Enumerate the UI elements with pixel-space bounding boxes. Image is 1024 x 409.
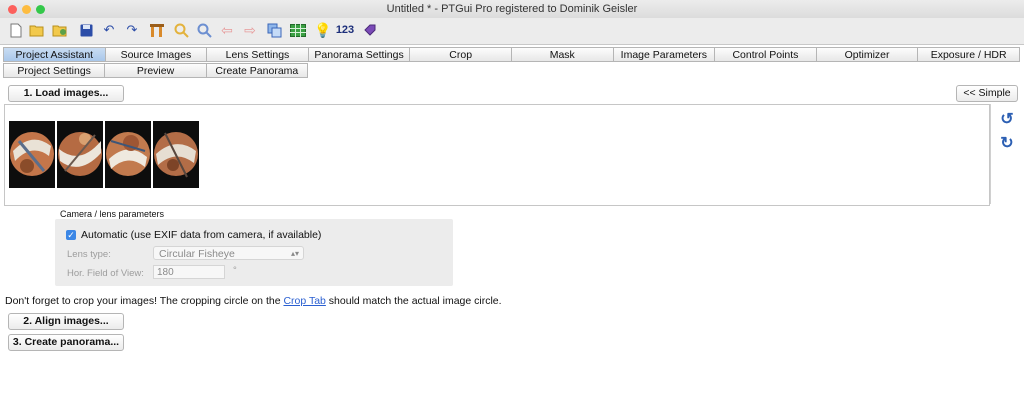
open-recent-icon[interactable] — [51, 21, 69, 39]
hfov-input[interactable]: 180 — [153, 265, 225, 279]
redo-icon[interactable]: ↷ — [123, 21, 141, 39]
rotate-left-icon[interactable]: ↺ — [999, 112, 1015, 128]
tab-crop[interactable]: Crop — [410, 47, 512, 62]
tools-icon[interactable] — [148, 21, 166, 39]
main-tab-bar: Project Assistant Source Images Lens Set… — [3, 47, 1020, 62]
zoom-out-icon[interactable] — [195, 21, 213, 39]
rotate-panel: ↺ ↻ — [990, 104, 1021, 204]
tab-create-panorama[interactable]: Create Panorama — [206, 63, 308, 78]
automatic-exif-checkbox[interactable]: ✓ — [66, 230, 76, 240]
image-thumbnail[interactable] — [105, 121, 151, 188]
hfov-label: Hor. Field of View: — [67, 268, 144, 279]
simple-mode-button[interactable]: << Simple — [956, 85, 1018, 102]
copy-icon[interactable] — [265, 21, 283, 39]
image-thumbnail[interactable] — [57, 121, 103, 188]
crop-note: Don't forget to crop your images! The cr… — [5, 295, 502, 307]
chevron-updown-icon: ▴▾ — [290, 249, 299, 258]
rotate-right-icon[interactable]: ↻ — [999, 136, 1015, 152]
arrow-left-icon[interactable]: ⇦ — [218, 21, 236, 39]
tab-exposure-hdr[interactable]: Exposure / HDR — [918, 47, 1020, 62]
tab-image-parameters[interactable]: Image Parameters — [613, 47, 716, 62]
crop-note-text-end: should match the actual image circle. — [325, 295, 502, 307]
image-thumbnail-pane — [4, 104, 990, 206]
tab-lens-settings[interactable]: Lens Settings — [207, 47, 309, 62]
tab-project-settings[interactable]: Project Settings — [3, 63, 106, 78]
save-icon[interactable] — [77, 21, 95, 39]
automatic-exif-label[interactable]: Automatic (use EXIF data from camera, if… — [81, 229, 321, 241]
create-panorama-button[interactable]: 3. Create panorama... — [8, 334, 124, 351]
lens-type-value: Circular Fisheye — [159, 248, 235, 260]
tab-mask[interactable]: Mask — [511, 47, 614, 62]
tab-control-points[interactable]: Control Points — [715, 47, 817, 62]
arrow-right-icon[interactable]: ⇨ — [241, 21, 259, 39]
tab-optimizer[interactable]: Optimizer — [816, 47, 919, 62]
new-file-icon[interactable] — [7, 21, 25, 39]
title-bar: Untitled * - PTGui Pro registered to Dom… — [0, 0, 1024, 18]
tab-preview[interactable]: Preview — [105, 63, 207, 78]
tab-source-images[interactable]: Source Images — [105, 47, 208, 62]
crop-tab-link[interactable]: Crop Tab — [283, 295, 325, 307]
image-thumbnail[interactable] — [153, 121, 199, 188]
lightbulb-icon[interactable]: 💡 — [314, 21, 332, 39]
camera-lens-group: ✓ Automatic (use EXIF data from camera, … — [55, 219, 453, 286]
secondary-tab-bar: Project Settings Preview Create Panorama — [3, 63, 308, 78]
tab-project-assistant[interactable]: Project Assistant — [3, 47, 106, 62]
align-images-button[interactable]: 2. Align images... — [8, 313, 124, 330]
lens-type-label: Lens type: — [67, 249, 111, 260]
image-thumbnail[interactable] — [9, 121, 55, 188]
tab-panorama-settings[interactable]: Panorama Settings — [308, 47, 411, 62]
hfov-unit: ° — [233, 265, 237, 276]
tag-icon[interactable] — [361, 21, 379, 39]
window-title: Untitled * - PTGui Pro registered to Dom… — [386, 3, 638, 15]
numbering-icon[interactable]: 123 — [334, 21, 356, 39]
open-folder-icon[interactable] — [28, 21, 46, 39]
zoom-in-icon[interactable] — [172, 21, 190, 39]
table-icon[interactable] — [289, 21, 307, 39]
lens-type-select[interactable]: Circular Fisheye ▴▾ — [153, 246, 304, 260]
camera-lens-group-label: Camera / lens parameters — [60, 209, 165, 219]
crop-note-text: Don't forget to crop your images! The cr… — [5, 295, 284, 307]
load-images-button[interactable]: 1. Load images... — [8, 85, 124, 102]
toolbar: ↶ ↷ ⇦ ⇨ 💡 123 — [0, 18, 1024, 45]
undo-icon[interactable]: ↶ — [100, 21, 118, 39]
